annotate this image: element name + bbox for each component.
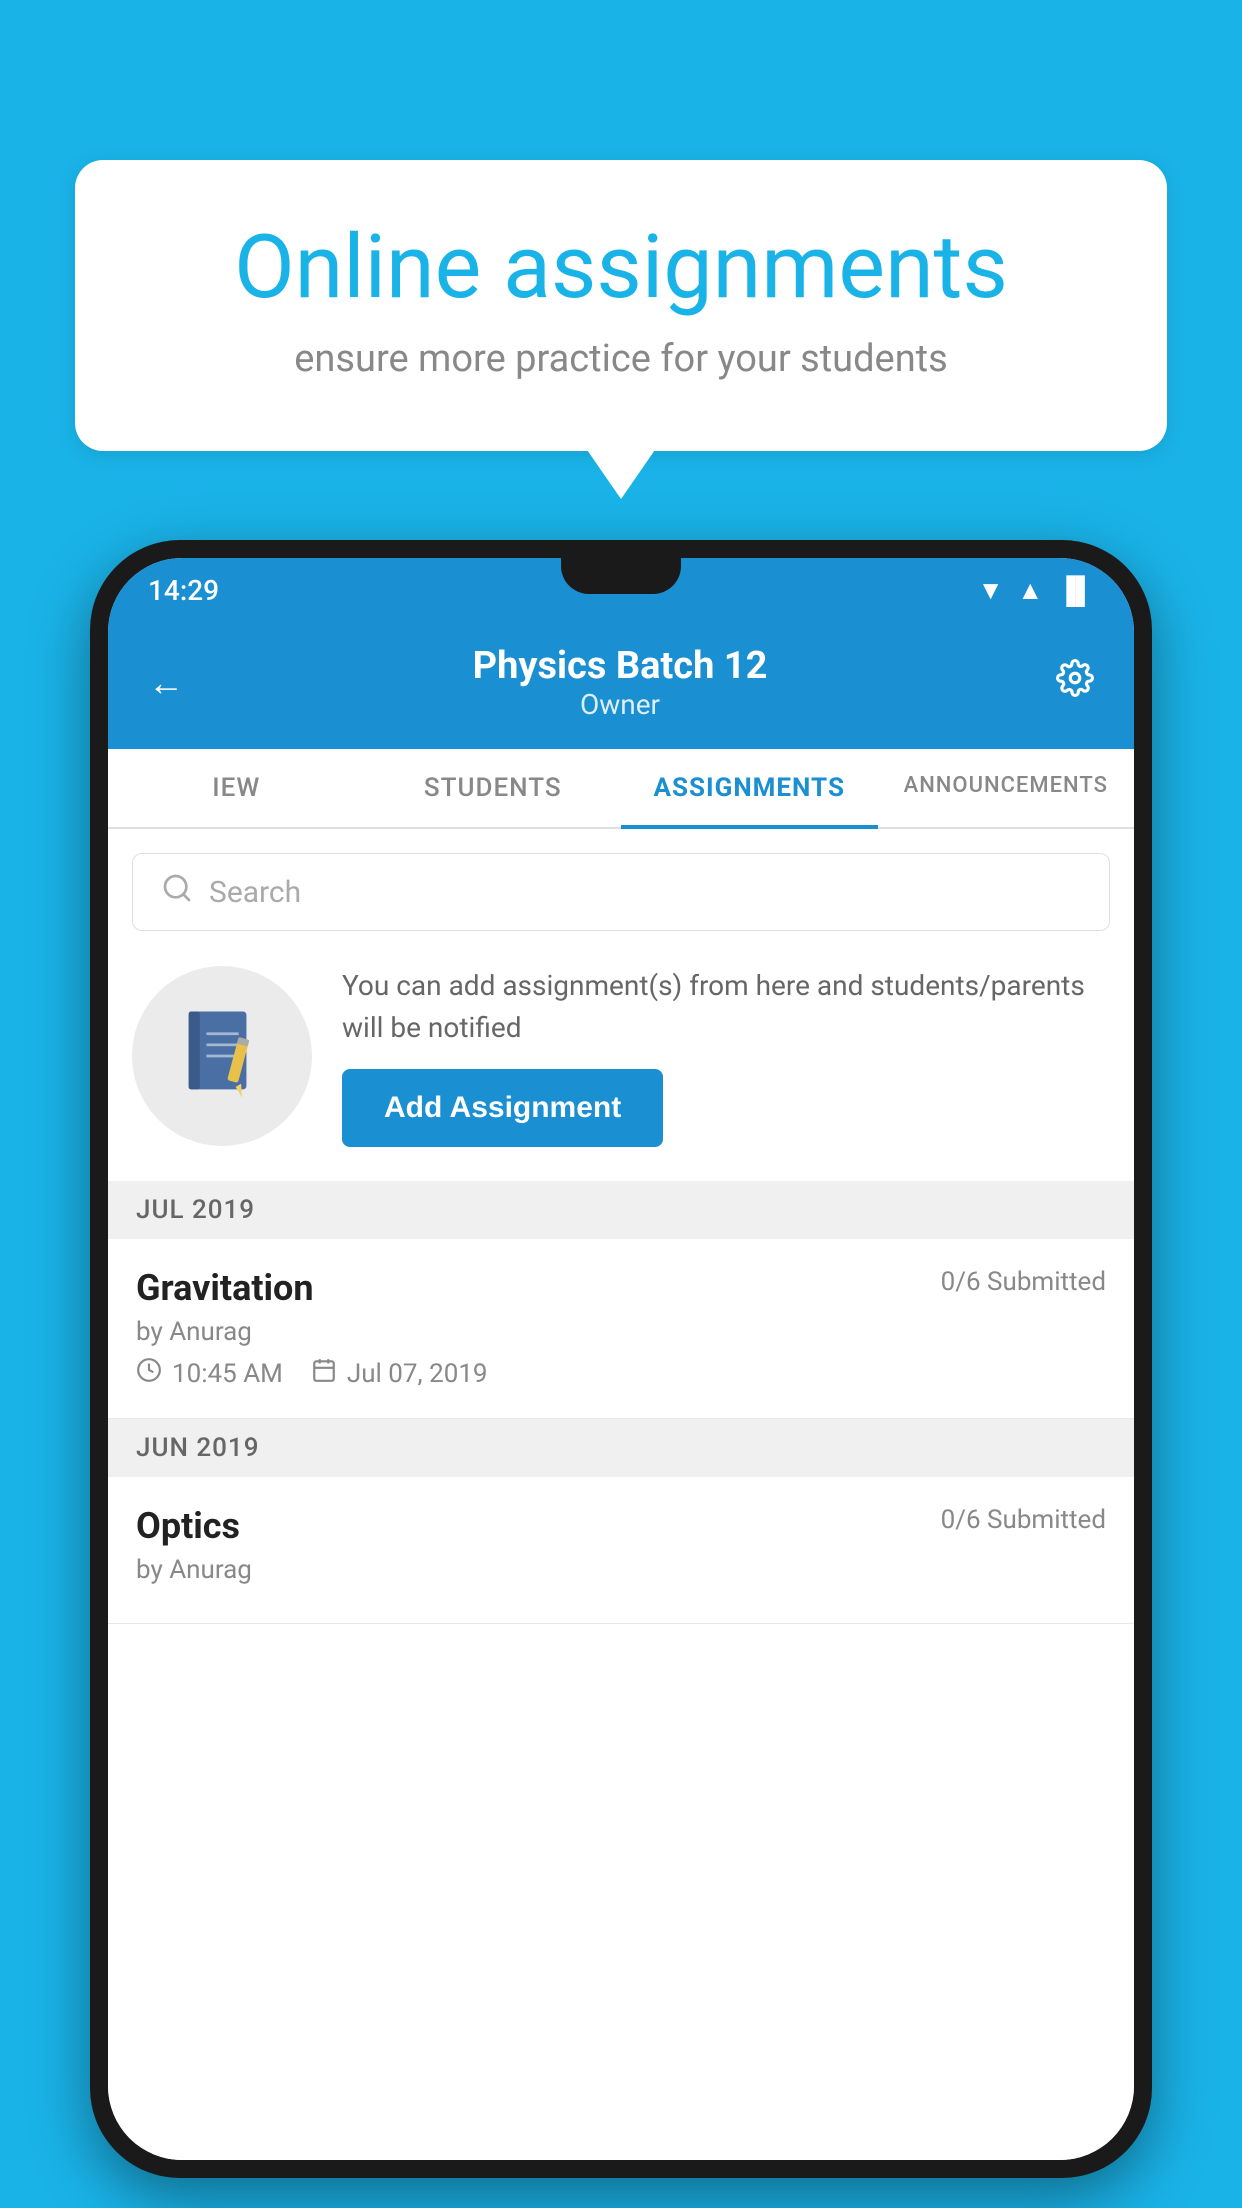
promo-description: You can add assignment(s) from here and … <box>342 965 1110 1049</box>
wifi-icon: ▼ <box>978 575 1004 606</box>
assignment-name: Gravitation <box>136 1267 314 1309</box>
clock-icon <box>136 1357 162 1390</box>
tab-announcements[interactable]: ANNOUNCEMENTS <box>878 749 1135 827</box>
tab-assignments[interactable]: ASSIGNMENTS <box>621 749 878 827</box>
phone-notch <box>561 558 681 594</box>
search-placeholder-text: Search <box>209 875 301 910</box>
app-header: ← Physics Batch 12 Owner <box>108 622 1134 749</box>
meta-date: Jul 07, 2019 <box>311 1357 488 1390</box>
assignment-meta: 10:45 AM Jul 07, 201 <box>136 1357 1106 1390</box>
header-subtitle: Owner <box>473 688 768 721</box>
content-area: Search <box>108 829 1134 2160</box>
status-time: 14:29 <box>148 574 219 607</box>
search-icon <box>161 872 193 912</box>
assignment-by: by Anurag <box>136 1317 1106 1347</box>
promo-icon-circle <box>132 966 312 1146</box>
assignment-by-optics: by Anurag <box>136 1555 1106 1585</box>
assignment-item-gravitation[interactable]: Gravitation 0/6 Submitted by Anurag <box>108 1239 1134 1419</box>
speech-bubble: Online assignments ensure more practice … <box>75 160 1167 451</box>
month-separator-jun: JUN 2019 <box>108 1419 1134 1477</box>
assignment-submitted-optics: 0/6 Submitted <box>941 1505 1106 1535</box>
battery-icon: ▐▌ <box>1057 575 1094 606</box>
header-center: Physics Batch 12 Owner <box>473 644 768 721</box>
assignment-item-optics[interactable]: Optics 0/6 Submitted by Anurag <box>108 1477 1134 1624</box>
tab-iew[interactable]: IEW <box>108 749 365 827</box>
bubble-title: Online assignments <box>155 220 1087 317</box>
month-separator-jul: JUL 2019 <box>108 1181 1134 1239</box>
back-button[interactable]: ← <box>148 662 184 704</box>
tab-bar: IEW STUDENTS ASSIGNMENTS ANNOUNCEMENTS <box>108 749 1134 829</box>
settings-button[interactable] <box>1056 659 1094 706</box>
promo-text-area: You can add assignment(s) from here and … <box>342 965 1110 1147</box>
add-assignment-button[interactable]: Add Assignment <box>342 1069 663 1147</box>
assignment-time: 10:45 AM <box>172 1359 283 1389</box>
calendar-icon <box>311 1357 337 1390</box>
signal-icon: ▲ <box>1017 575 1043 606</box>
speech-bubble-wrapper: Online assignments ensure more practice … <box>75 160 1167 451</box>
tab-students[interactable]: STUDENTS <box>365 749 622 827</box>
phone-outer: 14:29 ▼ ▲ ▐▌ ← Physics Batch 12 Owner <box>90 540 1152 2178</box>
bubble-subtitle: ensure more practice for your students <box>155 337 1087 381</box>
promo-card: You can add assignment(s) from here and … <box>132 955 1110 1157</box>
assignment-row-top-optics: Optics 0/6 Submitted <box>136 1505 1106 1547</box>
phone-wrapper: 14:29 ▼ ▲ ▐▌ ← Physics Batch 12 Owner <box>90 540 1152 2178</box>
assignment-row-top: Gravitation 0/6 Submitted <box>136 1267 1106 1309</box>
assignment-submitted: 0/6 Submitted <box>941 1267 1106 1297</box>
phone-screen: 14:29 ▼ ▲ ▐▌ ← Physics Batch 12 Owner <box>108 558 1134 2160</box>
status-icons: ▼ ▲ ▐▌ <box>978 575 1094 606</box>
notebook-icon <box>177 1006 267 1106</box>
meta-time: 10:45 AM <box>136 1357 283 1390</box>
assignment-date: Jul 07, 2019 <box>347 1359 488 1389</box>
header-title: Physics Batch 12 <box>473 644 768 688</box>
assignment-name-optics: Optics <box>136 1505 240 1547</box>
search-bar[interactable]: Search <box>132 853 1110 931</box>
